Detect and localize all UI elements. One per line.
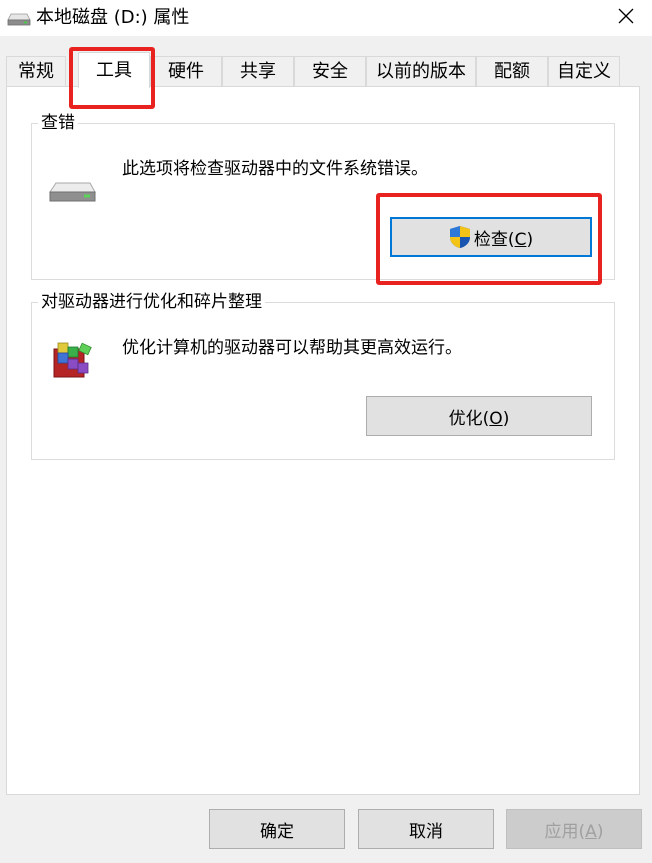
tab-quota[interactable]: 配额 [476, 56, 548, 88]
cancel-button[interactable]: 取消 [358, 809, 494, 849]
tab-previous-versions[interactable]: 以前的版本 [366, 56, 476, 88]
error-check-title: 查错 [38, 112, 78, 134]
tab-customize[interactable]: 自定义 [548, 56, 620, 88]
tab-security[interactable]: 安全 [294, 56, 366, 88]
close-icon [618, 8, 634, 28]
tools-panel: 查错 此选项将检查驱动器中的文件系统错误。 检查(C) 对驱动器进行优化和碎片整… [6, 86, 640, 795]
optimize-button-label: 优化(O) [448, 408, 510, 429]
defrag-icon [50, 339, 94, 383]
error-check-group: 查错 此选项将检查驱动器中的文件系统错误。 检查(C) [31, 112, 615, 280]
optimize-button[interactable]: 优化(O) [366, 396, 592, 436]
tab-tools[interactable]: 工具 [78, 52, 150, 88]
tab-general[interactable]: 常规 [6, 56, 66, 88]
check-button-label: 检查(C) [473, 229, 534, 250]
apply-button[interactable]: 应用(A) [506, 809, 642, 849]
optimize-description: 优化计算机的驱动器可以帮助其更高效运行。 [122, 338, 462, 358]
error-check-description: 此选项将检查驱动器中的文件系统错误。 [122, 159, 428, 179]
hard-drive-icon [48, 180, 96, 208]
apply-button-label: 应用(A) [544, 821, 604, 842]
drive-icon [7, 11, 31, 26]
ok-button[interactable]: 确定 [209, 809, 345, 849]
optimize-group: 对驱动器进行优化和碎片整理 优化计算机的驱动器可以帮助其更高效运行。 优化(O) [31, 291, 615, 460]
close-button[interactable] [600, 0, 652, 36]
check-button[interactable]: 检查(C) [390, 217, 592, 257]
window-title: 本地磁盘 (D:) 属性 [36, 7, 190, 28]
uac-shield-icon [449, 225, 471, 249]
tab-hardware[interactable]: 硬件 [150, 56, 222, 88]
title-bar: 本地磁盘 (D:) 属性 [0, 0, 652, 36]
tab-strip: 常规 工具 硬件 共享 安全 以前的版本 配额 自定义 [6, 52, 646, 88]
optimize-title: 对驱动器进行优化和碎片整理 [38, 291, 265, 313]
tab-sharing[interactable]: 共享 [222, 56, 294, 88]
